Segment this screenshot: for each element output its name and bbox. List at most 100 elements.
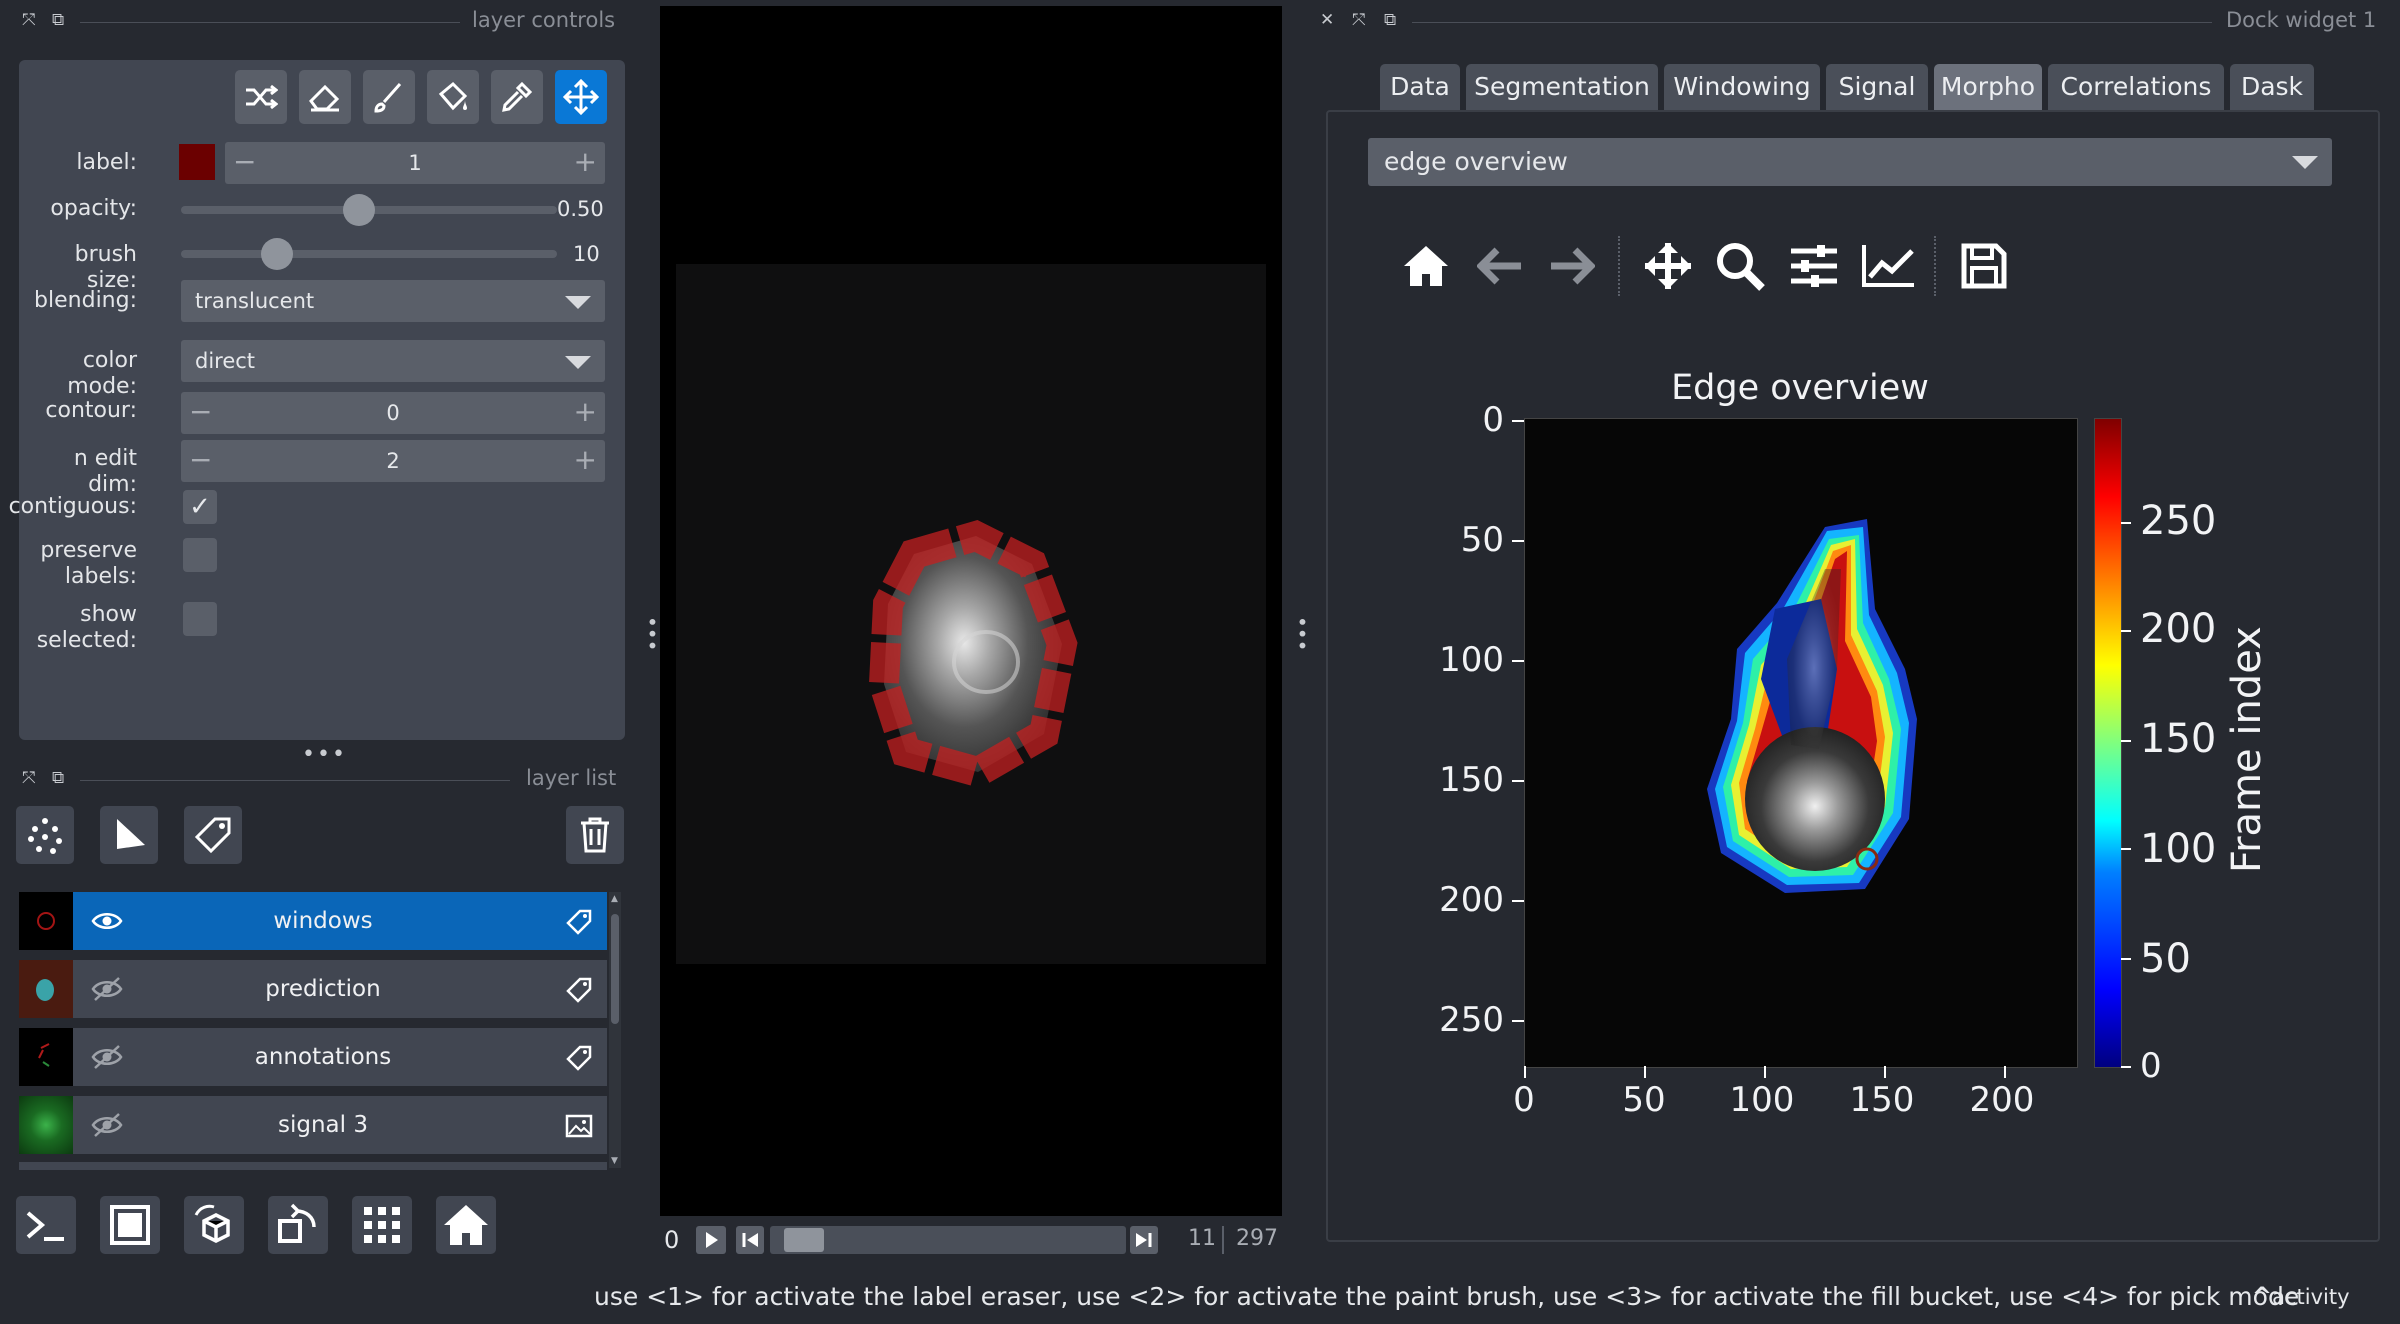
- step-back-button[interactable]: [736, 1226, 764, 1254]
- paint-brush-button[interactable]: [363, 70, 415, 124]
- tab-morpho[interactable]: Morpho: [1934, 64, 2042, 110]
- opacity-slider-handle[interactable]: [343, 194, 375, 226]
- tab-correlations[interactable]: Correlations: [2048, 64, 2224, 110]
- layer-row-annotations[interactable]: annotations: [19, 1028, 607, 1086]
- increment-icon[interactable]: +: [574, 440, 597, 480]
- mpl-edit-axes-button[interactable]: [1856, 234, 1920, 298]
- new-points-layer-button[interactable]: [16, 806, 74, 864]
- layer-controls-panel: label: − 1 + opacity: 0.50 brush size: 1…: [9, 60, 625, 740]
- x-tick-mark: [1644, 1066, 1646, 1078]
- mpl-configure-button[interactable]: [1782, 234, 1846, 298]
- roll-dims-button[interactable]: [184, 1196, 244, 1254]
- contour-spinbox[interactable]: − 0 +: [181, 392, 605, 434]
- colorbar-label: Frame index: [2224, 626, 2270, 874]
- float-icon[interactable]: ⤧: [22, 10, 36, 30]
- tab-dask[interactable]: Dask: [2230, 64, 2314, 110]
- blending-label: blending:: [34, 288, 137, 313]
- reset-view-button[interactable]: [436, 1196, 496, 1254]
- frame-slider[interactable]: [770, 1226, 1126, 1254]
- colorbar-tick-label: 100: [2140, 826, 2217, 872]
- plot-area[interactable]: [1524, 418, 2078, 1068]
- brush-size-slider-handle[interactable]: [261, 238, 293, 270]
- eraser-button[interactable]: [299, 70, 351, 124]
- close-panel-icon[interactable]: ⧉: [1384, 10, 1396, 30]
- y-tick-label: 200: [1439, 880, 1504, 920]
- n-edit-dim-spinbox[interactable]: − 2 +: [181, 440, 605, 482]
- delete-layer-button[interactable]: [566, 806, 624, 864]
- float-icon[interactable]: ⤧: [1352, 10, 1366, 30]
- toggle-ndisplay-button[interactable]: [100, 1196, 160, 1254]
- tab-segmentation[interactable]: Segmentation: [1466, 64, 1658, 110]
- contiguous-checkbox[interactable]: ✓: [183, 490, 217, 524]
- scroll-down-icon[interactable]: ▼: [611, 1156, 618, 1166]
- float-icon[interactable]: ⤧: [22, 768, 36, 788]
- current-frame: 11: [1188, 1226, 1216, 1251]
- tab-data[interactable]: Data: [1380, 64, 1460, 110]
- mpl-back-button[interactable]: [1468, 234, 1532, 298]
- console-button[interactable]: [16, 1196, 76, 1254]
- grid-view-button[interactable]: [352, 1196, 412, 1254]
- new-shapes-layer-button[interactable]: [100, 806, 158, 864]
- colorbar-tick-label: 200: [2140, 606, 2217, 652]
- edge-overview-image: [1707, 519, 1917, 893]
- fill-bucket-button[interactable]: [427, 70, 479, 124]
- scrollbar-handle[interactable]: [611, 914, 619, 1024]
- shuffle-button[interactable]: [235, 70, 287, 124]
- brush-size-label: brush size:: [74, 242, 137, 293]
- show-selected-checkbox[interactable]: [183, 602, 217, 636]
- pan-zoom-icon: [562, 78, 600, 116]
- play-button[interactable]: [696, 1226, 726, 1254]
- pan-zoom-button[interactable]: [555, 70, 607, 124]
- x-tick-label: 150: [1849, 1080, 1915, 1120]
- frame-slider-handle[interactable]: [784, 1228, 824, 1252]
- layer-list-scrollbar[interactable]: ▲ ▼: [609, 892, 621, 1168]
- fill-bucket-icon: [438, 81, 468, 111]
- colorbar-tick-mark: [2121, 848, 2131, 850]
- close-panel-icon[interactable]: ⧉: [52, 768, 64, 788]
- preserve-labels-checkbox[interactable]: [183, 538, 217, 572]
- close-icon[interactable]: ✕: [1320, 10, 1334, 30]
- home-icon: [444, 1205, 488, 1245]
- tab-windowing[interactable]: Windowing: [1664, 64, 1820, 110]
- colorbar-tick-mark: [2121, 630, 2131, 632]
- x-tick-label: 0: [1513, 1080, 1535, 1120]
- mpl-forward-button[interactable]: [1540, 234, 1604, 298]
- colorbar-tick-mark: [2121, 958, 2131, 960]
- layer-row-prediction[interactable]: prediction: [19, 960, 607, 1018]
- transpose-button[interactable]: [268, 1196, 328, 1254]
- y-tick-label: 50: [1460, 520, 1504, 560]
- right-splitter-handle[interactable]: •••: [1290, 616, 1314, 651]
- label-color-swatch[interactable]: [179, 144, 215, 180]
- scroll-up-icon[interactable]: ▲: [611, 894, 618, 904]
- transpose-icon: [278, 1203, 316, 1243]
- layer-row-windows[interactable]: windows: [19, 892, 607, 950]
- color-picker-button[interactable]: [491, 70, 543, 124]
- close-panel-icon[interactable]: ⧉: [52, 10, 64, 30]
- mpl-pan-button[interactable]: [1636, 234, 1700, 298]
- increment-icon[interactable]: +: [574, 142, 597, 182]
- y-tick-label: 0: [1482, 400, 1504, 440]
- mpl-home-button[interactable]: [1394, 234, 1458, 298]
- skip-back-icon: [742, 1233, 758, 1247]
- increment-icon[interactable]: +: [574, 392, 597, 432]
- blending-dropdown[interactable]: translucent: [181, 280, 605, 322]
- tab-signal[interactable]: Signal: [1826, 64, 1928, 110]
- new-labels-layer-button[interactable]: [184, 806, 242, 864]
- y-tick-label: 100: [1439, 640, 1504, 680]
- zoom-icon: [1717, 243, 1765, 291]
- labels-layer-icon: [566, 909, 592, 935]
- y-tick-mark: [1512, 660, 1524, 662]
- label-spinbox[interactable]: − 1 +: [225, 142, 605, 184]
- splitter-handle[interactable]: •••: [302, 742, 347, 767]
- mpl-save-button[interactable]: [1952, 234, 2016, 298]
- activity-button[interactable]: ^activity: [2252, 1282, 2350, 1310]
- viewer-canvas[interactable]: [660, 6, 1282, 1216]
- step-forward-button[interactable]: [1130, 1226, 1158, 1254]
- color-mode-dropdown[interactable]: direct: [181, 340, 605, 382]
- layer-row-signal-3[interactable]: signal 3: [19, 1096, 607, 1154]
- left-splitter-handle[interactable]: •••: [640, 616, 664, 651]
- plot-select-dropdown[interactable]: edge overview: [1368, 138, 2332, 186]
- brush-size-slider[interactable]: [181, 250, 557, 258]
- mpl-zoom-button[interactable]: [1708, 234, 1772, 298]
- labels-layer-icon: [566, 977, 592, 1003]
